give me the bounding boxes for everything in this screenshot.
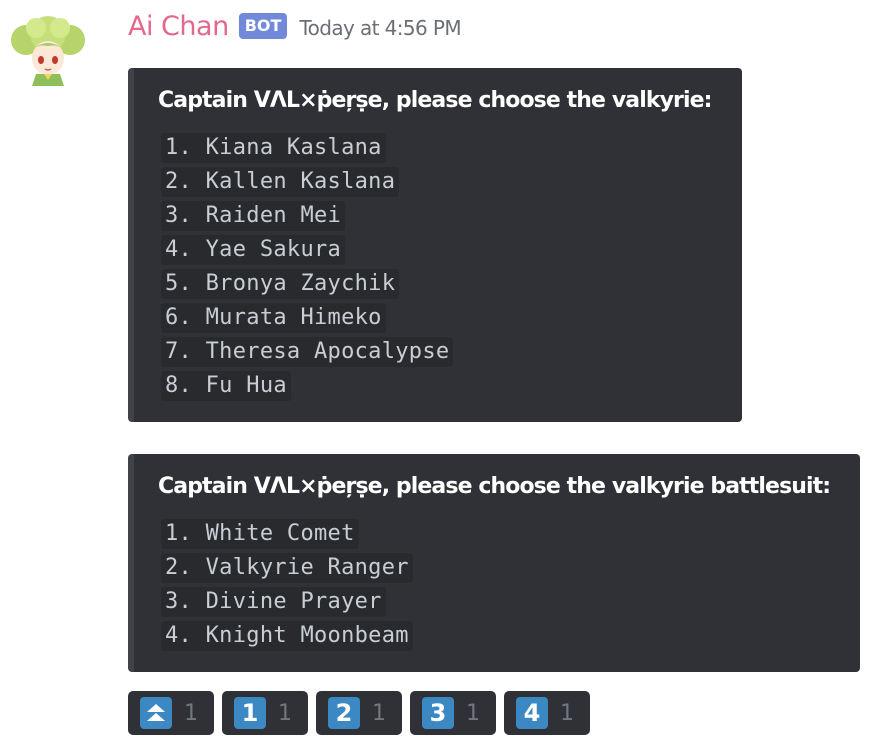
list-item-text: 8. Fu Hua bbox=[161, 371, 291, 401]
message-header: Ai Chan BOT Today at 4:56 PM bbox=[128, 6, 462, 46]
list-item: 1. White Comet bbox=[161, 518, 413, 552]
reaction-keycap-1[interactable]: 1 1 bbox=[222, 691, 308, 735]
reaction-count: 1 bbox=[466, 700, 480, 726]
list-item-text: 7. Theresa Apocalypse bbox=[161, 337, 454, 367]
list-item: 8. Fu Hua bbox=[161, 370, 453, 404]
reaction-keycap-2[interactable]: 2 1 bbox=[316, 691, 402, 735]
embed-title: Captain VΛL×ṗeŗṣe, please choose the val… bbox=[158, 88, 712, 113]
avatar[interactable] bbox=[6, 14, 90, 90]
reaction-count: 1 bbox=[184, 700, 198, 726]
reaction-count: 1 bbox=[278, 700, 292, 726]
list-item: 4. Knight Moonbeam bbox=[161, 620, 413, 654]
list-item: 5. Bronya Zaychik bbox=[161, 268, 453, 302]
list-item-text: 4. Yae Sakura bbox=[161, 235, 346, 265]
valkyrie-list: 1. Kiana Kaslana 2. Kallen Kaslana 3. Ra… bbox=[161, 132, 454, 404]
bot-badge: BOT bbox=[238, 13, 288, 39]
reaction-bar: 1 1 1 2 1 3 1 4 1 bbox=[128, 691, 598, 735]
list-item-text: 5. Bronya Zaychik bbox=[161, 269, 400, 299]
list-item: 1. Kiana Kaslana bbox=[161, 132, 453, 166]
list-item-text: 3. Divine Prayer bbox=[161, 587, 386, 617]
reaction-keycap-3[interactable]: 3 1 bbox=[410, 691, 496, 735]
embed-title: Captain VΛL×ṗeŗṣe, please choose the val… bbox=[158, 474, 831, 499]
message-timestamp: Today at 4:56 PM bbox=[299, 16, 462, 40]
keycap-2-icon: 2 bbox=[328, 697, 360, 729]
list-item-text: 1. Kiana Kaslana bbox=[161, 133, 386, 163]
reaction-keycap-4[interactable]: 4 1 bbox=[504, 691, 590, 735]
embed-battlesuit: Captain VΛL×ṗeŗṣe, please choose the val… bbox=[128, 454, 860, 672]
reaction-count: 1 bbox=[372, 700, 386, 726]
list-item-text: 6. Murata Himeko bbox=[161, 303, 386, 333]
list-item: 2. Kallen Kaslana bbox=[161, 166, 453, 200]
list-item-text: 4. Knight Moonbeam bbox=[161, 621, 413, 651]
list-item: 3. Divine Prayer bbox=[161, 586, 413, 620]
keycap-1-icon: 1 bbox=[234, 697, 266, 729]
list-item-text: 3. Raiden Mei bbox=[161, 201, 346, 231]
battlesuit-list: 1. White Comet 2. Valkyrie Ranger 3. Div… bbox=[161, 518, 413, 654]
list-item: 4. Yae Sakura bbox=[161, 234, 453, 268]
list-item: 2. Valkyrie Ranger bbox=[161, 552, 413, 586]
reaction-double-up[interactable]: 1 bbox=[128, 691, 214, 735]
double-up-arrow-icon bbox=[140, 697, 172, 729]
list-item: 7. Theresa Apocalypse bbox=[161, 336, 454, 370]
keycap-3-icon: 3 bbox=[422, 697, 454, 729]
keycap-4-icon: 4 bbox=[516, 697, 548, 729]
list-item-text: 2. Valkyrie Ranger bbox=[161, 553, 413, 583]
list-item-text: 2. Kallen Kaslana bbox=[161, 167, 400, 197]
list-item: 6. Murata Himeko bbox=[161, 302, 453, 336]
embed-valkyrie: Captain VΛL×ṗeŗṣe, please choose the val… bbox=[128, 68, 742, 422]
author-name[interactable]: Ai Chan bbox=[128, 11, 229, 42]
list-item-text: 1. White Comet bbox=[161, 519, 359, 549]
reaction-count: 1 bbox=[560, 700, 574, 726]
list-item: 3. Raiden Mei bbox=[161, 200, 453, 234]
